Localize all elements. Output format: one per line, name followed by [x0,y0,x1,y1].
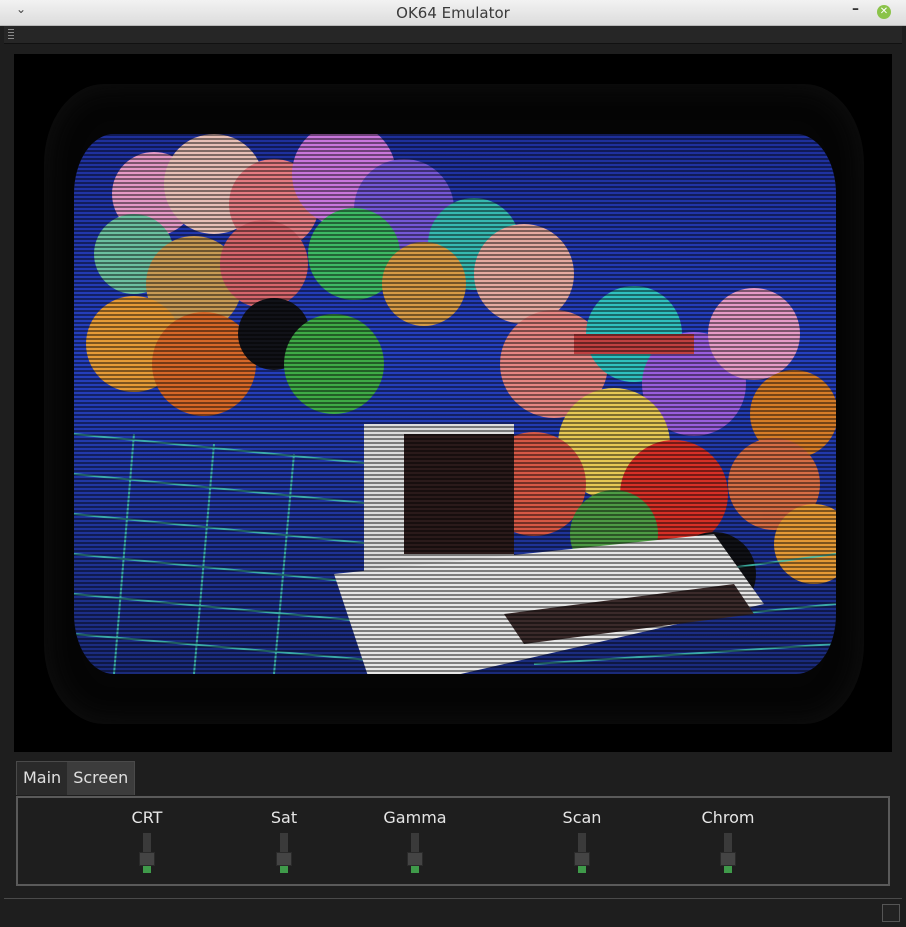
slider-group-crt: CRT [107,808,187,873]
gamma-slider[interactable] [407,833,423,873]
close-icon[interactable]: ✕ [877,5,891,19]
scan-slider[interactable] [574,833,590,873]
emulator-display[interactable] [14,54,892,752]
screen-settings-panel: CRT Sat Gamma Scan Chrom [16,796,890,886]
slider-label-chrom: Chrom [701,808,755,827]
sat-slider-handle[interactable] [276,852,292,866]
toolbar [4,26,902,44]
tab-main[interactable]: Main [17,762,67,795]
slider-label-scan: Scan [562,808,602,827]
crt-artwork [74,134,836,674]
crt-slider[interactable] [139,833,155,873]
chrom-slider[interactable] [720,833,736,873]
slider-label-crt: CRT [131,808,163,827]
scan-slider-handle[interactable] [574,852,590,866]
minimize-icon[interactable]: – [852,1,859,17]
tab-bar: Main Screen [16,761,136,795]
sat-slider[interactable] [276,833,292,873]
crt-slider-handle[interactable] [139,852,155,866]
window-title: OK64 Emulator [396,4,510,22]
slider-group-sat: Sat [244,808,324,873]
slider-group-gamma: Gamma [375,808,455,873]
crt-screen [74,134,836,674]
chrom-slider-handle[interactable] [720,852,736,866]
slider-group-scan: Scan [542,808,622,873]
resize-grip-icon[interactable] [882,904,900,922]
title-bar: ⌄ OK64 Emulator – ✕ [0,0,906,26]
tab-screen[interactable]: Screen [67,762,135,795]
slider-group-chrom: Chrom [688,808,768,873]
gamma-slider-handle[interactable] [407,852,423,866]
status-bar [4,898,902,924]
slider-label-sat: Sat [270,808,298,827]
slider-label-gamma: Gamma [383,808,447,827]
toolbar-grip-icon[interactable] [8,29,14,41]
